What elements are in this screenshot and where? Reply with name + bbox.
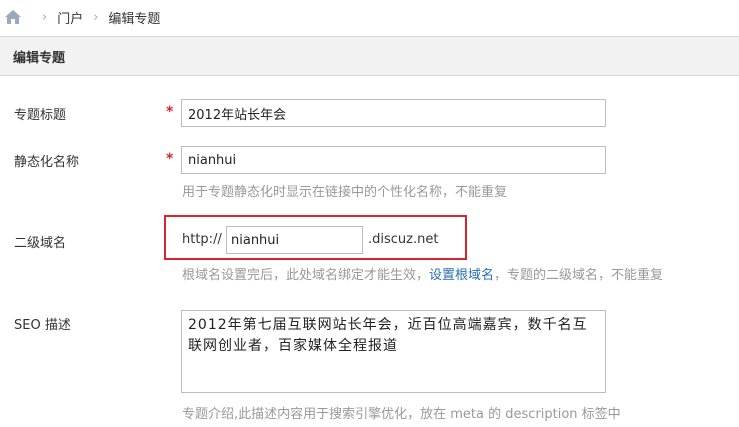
static-name-label: 静态化名称 xyxy=(14,155,80,170)
breadcrumb: › 门户 › 编辑专题 xyxy=(0,0,739,34)
static-name-input[interactable] xyxy=(181,146,606,174)
chevron-right-icon: › xyxy=(93,9,99,25)
set-root-domain-link[interactable]: 设置根域名 xyxy=(429,268,494,283)
subdomain-hint-text: 根域名设置完后，此处域名绑定才能生效， xyxy=(182,268,430,283)
breadcrumb-item-portal[interactable]: 门户 xyxy=(57,8,83,27)
seo-description-hint: 专题介绍,此描述内容用于搜索引擎优化，放在 meta 的 description… xyxy=(182,407,621,422)
seo-description-label: SEO 描述 xyxy=(14,318,71,333)
static-name-hint: 用于专题静态化时显示在链接中的个性化名称，不能重复 xyxy=(182,185,508,200)
breadcrumb-item-edit-topic: 编辑专题 xyxy=(108,11,161,27)
required-mark: * xyxy=(166,104,174,120)
panel-header: 编辑专题 xyxy=(0,36,739,76)
subdomain-hint: 根域名设置完后，此处域名绑定才能生效，设置根域名，专题的二级域名，不能重复 xyxy=(182,264,663,283)
subdomain-label: 二级域名 xyxy=(14,236,67,251)
chevron-right-icon: › xyxy=(42,9,48,25)
subdomain-prefix: http:// xyxy=(182,232,222,247)
subdomain-hint-text-after: ，专题的二级域名，不能重复 xyxy=(494,268,664,283)
subdomain-input[interactable] xyxy=(226,226,363,254)
subdomain-suffix: .discuz.net xyxy=(368,232,439,247)
topic-title-input[interactable] xyxy=(181,99,606,127)
topic-title-label: 专题标题 xyxy=(14,108,67,123)
home-icon[interactable] xyxy=(4,9,22,25)
required-mark: * xyxy=(166,151,174,167)
seo-description-textarea[interactable]: 2012年第七届互联网站长年会，近百位高端嘉宾，数千名互联网创业者，百家媒体全程… xyxy=(181,310,606,393)
panel-title: 编辑专题 xyxy=(13,50,66,66)
